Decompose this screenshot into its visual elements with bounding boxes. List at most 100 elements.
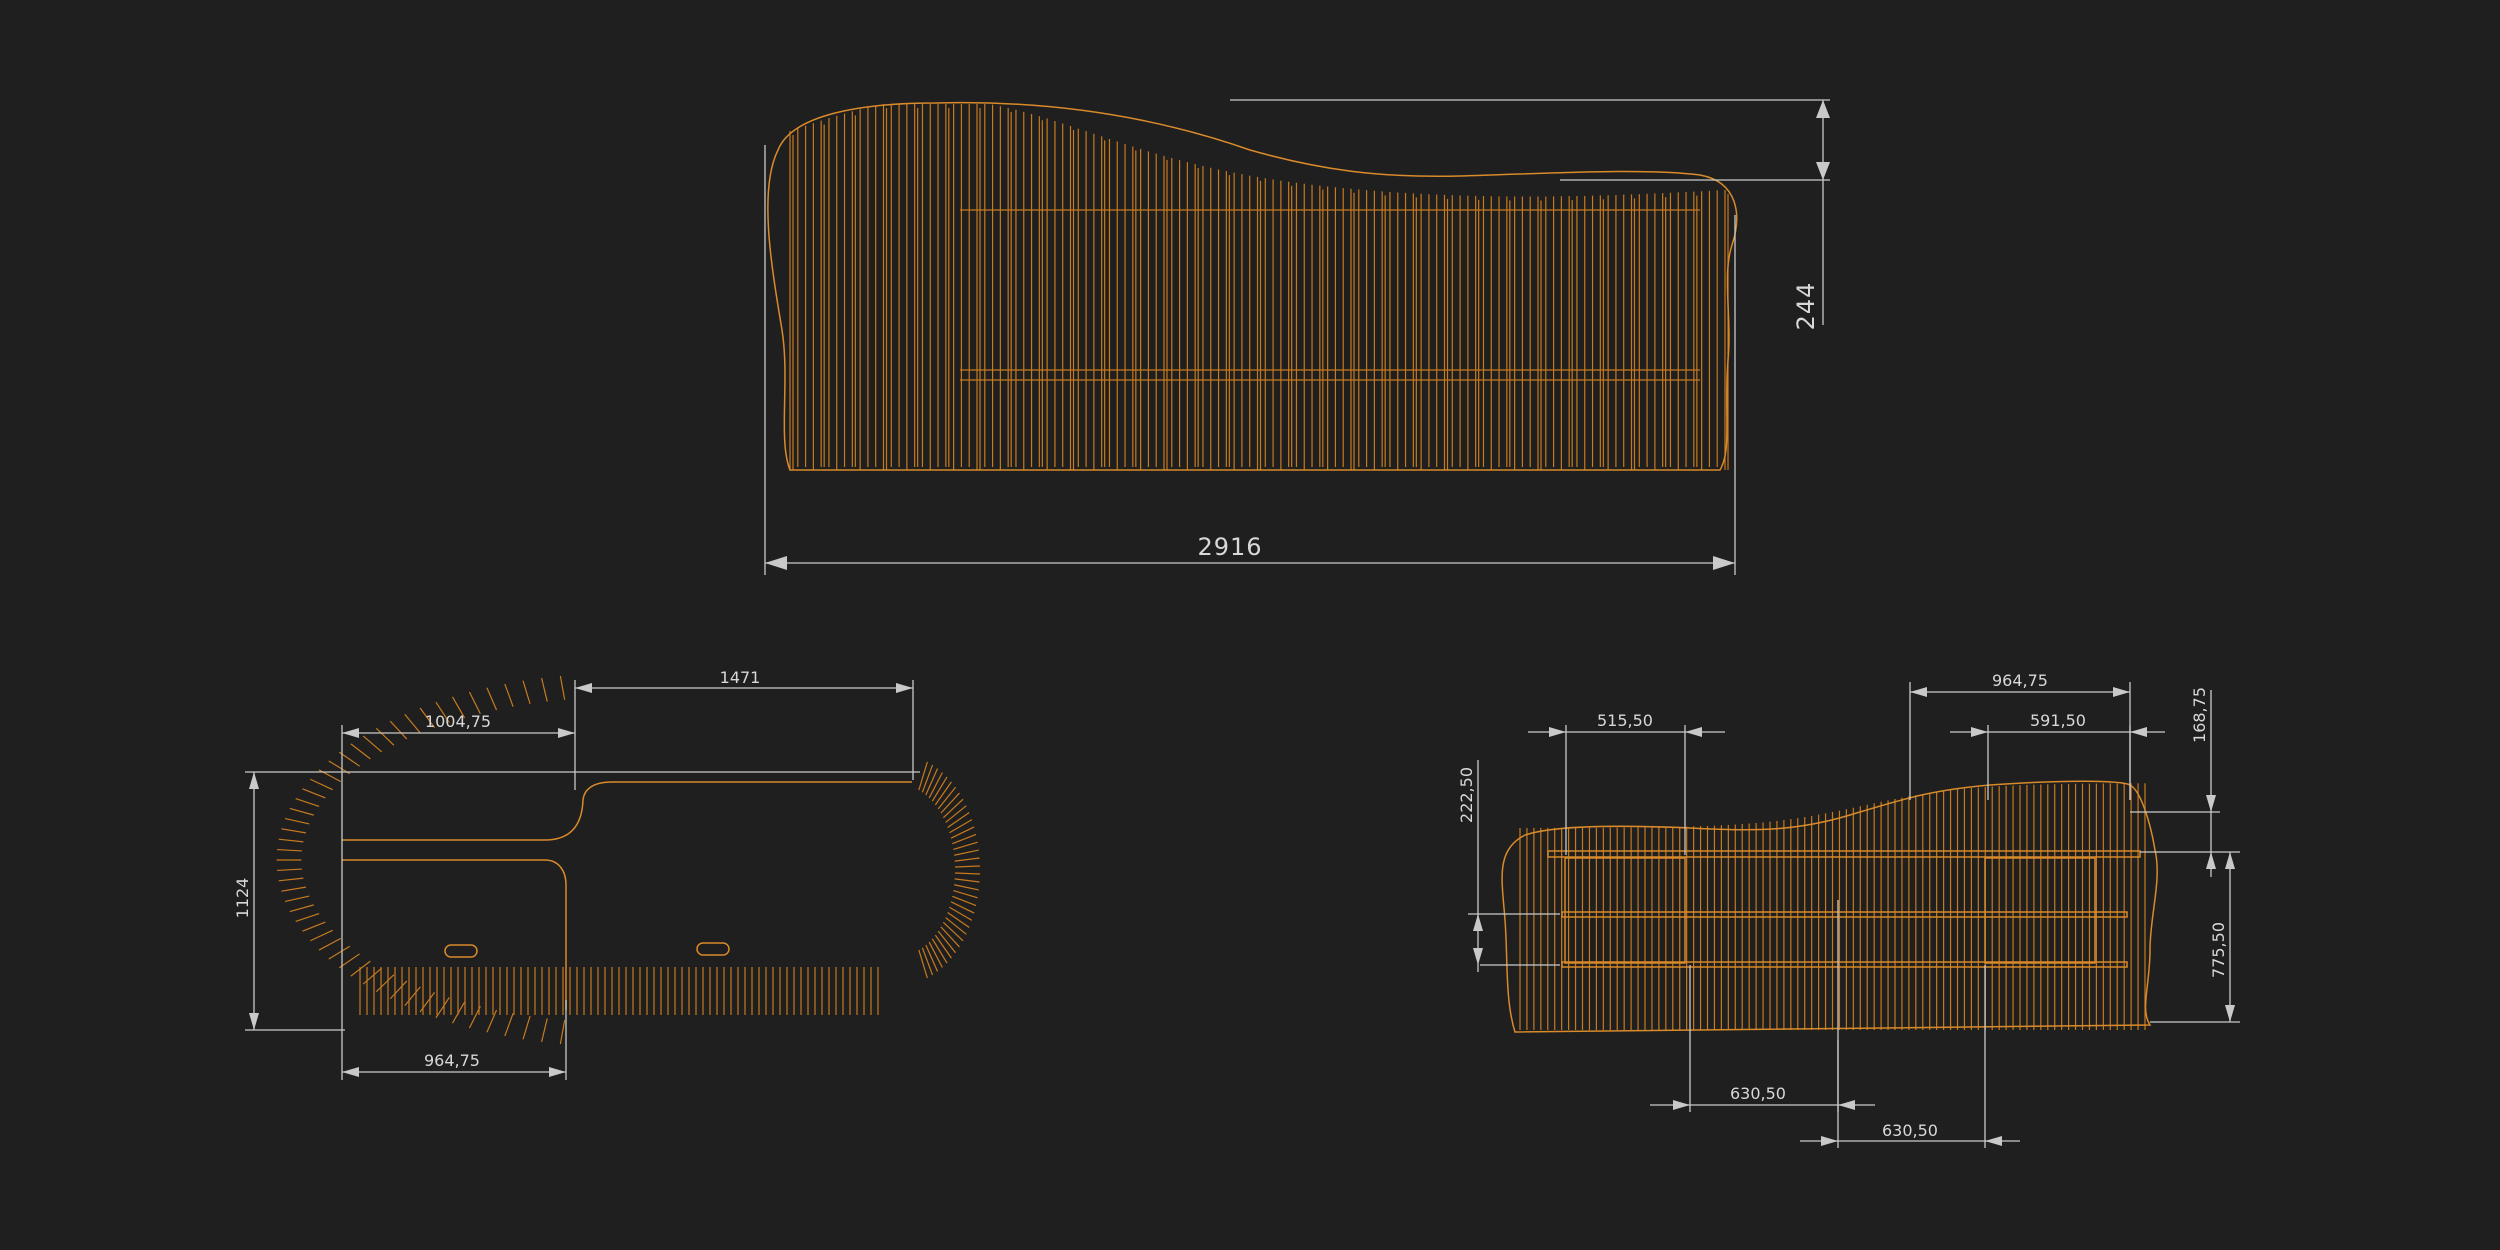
plan-fin — [284, 818, 310, 825]
plan-depth-label: 1124 — [233, 878, 252, 919]
plan-fin — [486, 687, 498, 711]
plan-fin — [918, 949, 928, 979]
elevation-fins — [789, 104, 1729, 470]
plan-fin — [284, 895, 310, 902]
plan-fin — [277, 848, 302, 852]
plan-fin — [302, 788, 326, 799]
plan-fin — [389, 720, 408, 740]
plan-fin — [954, 878, 980, 883]
section-top-left-width-dimension: 515,50 — [1528, 711, 1725, 855]
section-top-mid-width-label: 591,50 — [2030, 711, 2086, 730]
elevation-view — [767, 101, 1738, 471]
plan-fin — [954, 857, 980, 862]
elevation-length-label: 2916 — [1197, 533, 1262, 561]
plan-fin — [318, 937, 342, 951]
plan-left-offset-dimension: 1004,75 — [341, 712, 575, 1080]
plan-fin — [945, 917, 967, 935]
plan-fin — [949, 819, 973, 834]
plan-fin — [940, 926, 960, 948]
section-right-module — [1984, 857, 2096, 964]
plan-fin — [559, 1020, 566, 1045]
plan-fin — [931, 776, 948, 802]
plan-fin — [540, 1018, 548, 1043]
plan-fin — [522, 1015, 531, 1040]
plan-fin — [278, 838, 304, 843]
plan-fin — [435, 997, 450, 1019]
plan-bottom-width-dimension: 964,75 — [342, 1000, 567, 1080]
section-right-height-label: 775,50 — [2209, 922, 2228, 978]
plan-fin — [954, 849, 979, 856]
plan-fin — [404, 713, 421, 734]
plan-fin — [931, 938, 948, 964]
plan-fin — [295, 912, 320, 923]
plan-fin — [310, 929, 333, 942]
plan-fin — [522, 680, 531, 705]
plan-fin — [940, 792, 960, 814]
plan-fin — [389, 980, 408, 1000]
plan-fin — [947, 812, 970, 828]
plan-fin — [925, 944, 939, 972]
elevation-outline — [767, 101, 1738, 471]
plan-fin — [281, 828, 306, 834]
plan-fin — [375, 974, 395, 993]
plan-fin — [928, 941, 943, 968]
section-right-top-height-label: 168,75 — [2190, 687, 2209, 743]
plan-fin — [281, 886, 306, 892]
plan-fin — [289, 807, 314, 816]
elevation-height-label: 244 — [1792, 282, 1820, 331]
plan-fin — [289, 904, 314, 913]
plan-fin — [947, 912, 970, 928]
plan-fin — [302, 921, 326, 932]
section-left-height-label: 222,50 — [1457, 767, 1476, 823]
plan-fin — [953, 841, 978, 851]
plan-fin — [921, 947, 934, 976]
plan-cutout-left — [444, 944, 478, 958]
section-seat-shelf — [1547, 850, 2141, 858]
plan-bottom-width-label: 964,75 — [424, 1051, 480, 1070]
plan-fin — [419, 991, 436, 1013]
plan-fin — [350, 743, 371, 760]
plan-fin — [362, 735, 383, 753]
plan-cutout-right — [696, 942, 730, 956]
plan-view — [276, 675, 980, 1045]
section-left-height-dimension: 222,50 — [1457, 760, 1560, 972]
plan-fin — [486, 1009, 498, 1033]
section-bottom-left-width-label: 630,50 — [1730, 1084, 1786, 1103]
plan-fin — [918, 761, 928, 791]
plan-fin — [504, 1013, 514, 1037]
plan-left-offset-label: 1004,75 — [425, 712, 491, 731]
plan-fin — [468, 691, 481, 714]
plan-fin — [945, 805, 967, 823]
plan-fin — [375, 727, 395, 746]
section-view — [1501, 780, 2158, 1033]
section-right-height-dimension: 775,50 — [2150, 852, 2240, 1023]
plan-fin — [925, 768, 939, 796]
plan-fin — [310, 778, 333, 791]
plan-inner-outline — [342, 859, 567, 1010]
section-mid-shelf — [1561, 911, 2128, 918]
plan-fin — [954, 872, 980, 875]
plan-fin — [942, 921, 964, 942]
plan-fin — [921, 764, 934, 793]
plan-fin — [942, 798, 964, 819]
plan-fin — [295, 797, 320, 808]
section-top-right-width-label: 964,75 — [1992, 671, 2048, 690]
plan-seat-outline — [342, 781, 912, 841]
section-top-left-width-label: 515,50 — [1597, 711, 1653, 730]
plan-fin — [328, 945, 351, 960]
technical-drawing-canvas: 244 2916 1471 1004,75 1124 964,75 964,75… — [233, 99, 2240, 1148]
section-right-top-height-dimension: 168,75 — [2130, 687, 2240, 877]
plan-fin — [954, 884, 979, 891]
plan-fin — [949, 906, 973, 921]
plan-fin — [559, 675, 566, 700]
plan-fin — [277, 868, 302, 872]
plan-fin — [953, 889, 978, 899]
plan-fin — [362, 967, 383, 985]
plan-fin — [928, 772, 943, 799]
plan-top-width-label: 1471 — [720, 668, 761, 687]
plan-fin — [540, 677, 548, 702]
section-outline — [1501, 780, 2158, 1033]
plan-fin — [504, 683, 514, 707]
plan-fin — [954, 865, 980, 868]
section-bottom-right-width-label: 630,50 — [1882, 1121, 1938, 1140]
